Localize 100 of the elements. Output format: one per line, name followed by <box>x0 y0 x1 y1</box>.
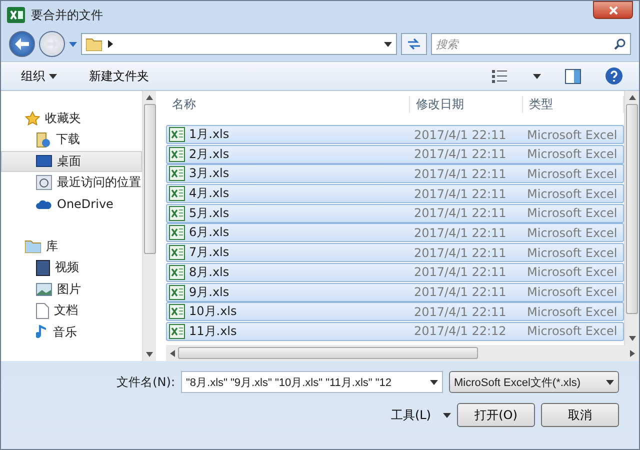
type-cell-text: Microsoft Excel <box>526 128 618 142</box>
file-name: 11月.xls <box>189 322 237 340</box>
address-bar[interactable] <box>81 33 397 55</box>
horizontal-scrollbar[interactable] <box>166 345 639 361</box>
back-arrow-icon <box>15 38 29 50</box>
scroll-arrow-icon[interactable] <box>146 95 153 100</box>
filename-field[interactable]: "8月.xls" "9月.xls" "10月.xls" "11月.xls" "12 <box>181 371 443 393</box>
file-row[interactable]: 5月.xls 2017/4/1 22:11 Microsoft Excel <box>166 204 624 223</box>
spreadsheet-icon <box>169 206 185 221</box>
document-icon <box>36 302 49 319</box>
organize-menu-button[interactable]: 组织 <box>17 66 61 86</box>
type-cell-text: Microsoft Excel <box>526 246 618 260</box>
spreadsheet-icon <box>169 225 185 240</box>
file-row[interactable]: 11月.xls 2017/4/1 22:12 Microsoft Excel <box>166 322 624 341</box>
file-row[interactable]: 7月.xls 2017/4/1 22:11 Microsoft Excel <box>166 243 624 262</box>
cancel-button[interactable]: 取消 <box>541 403 619 427</box>
date-cell-text: 2017/4/1 22:11 <box>413 206 508 220</box>
caret-icon <box>443 412 451 418</box>
help-icon[interactable] <box>605 67 623 85</box>
date-cell-text: 2017/4/1 22:12 <box>413 324 508 338</box>
view-options-icon[interactable] <box>491 69 509 83</box>
nav-item[interactable]: 视频 <box>1 257 142 278</box>
scroll-arrow-icon[interactable] <box>170 350 175 356</box>
scroll-arrow-icon[interactable] <box>628 95 636 100</box>
file-row[interactable]: 9月.xls 2017/4/1 22:11 Microsoft Excel <box>166 282 624 302</box>
file-name: 7月.xls <box>189 244 230 262</box>
spreadsheet-icon <box>169 127 185 142</box>
file-row[interactable]: 2月.xls 2017/4/1 22:11 Microsoft Excel <box>166 144 624 164</box>
date-cell-text: 2017/4/1 22:11 <box>413 147 508 162</box>
scroll-arrow-icon[interactable] <box>630 350 635 356</box>
desktop-icon <box>36 154 52 168</box>
file-name: 9月.xls <box>189 284 230 300</box>
spreadsheet-icon <box>169 245 185 260</box>
nav-group-label[interactable]: 库 <box>46 238 58 254</box>
type-cell-text: Microsoft Excel <box>526 166 618 181</box>
nav-item[interactable]: 最近访问的位置 <box>1 172 142 194</box>
picture-icon <box>36 282 52 296</box>
type-cell-text: Microsoft Excel <box>526 147 618 162</box>
type-cell-text: Microsoft Excel <box>526 285 618 299</box>
type-cell-text: Microsoft Excel <box>526 324 618 338</box>
nav-item[interactable]: 下载 <box>1 129 142 150</box>
caret-icon <box>606 380 614 384</box>
column-header[interactable]: 名称 <box>166 96 410 112</box>
file-name: 1月.xls <box>189 126 230 143</box>
history-dropdown-icon[interactable] <box>69 42 77 46</box>
date-cell-text: 2017/4/1 22:11 <box>413 128 508 142</box>
column-header[interactable]: 修改日期 <box>410 96 523 112</box>
file-row[interactable]: 8月.xls 2017/4/1 22:11 Microsoft Excel <box>166 262 624 282</box>
file-row[interactable]: 1月.xls 2017/4/1 22:11 Microsoft Excel <box>166 125 624 144</box>
file-row[interactable]: 4月.xls 2017/4/1 22:11 Microsoft Excel <box>166 184 624 204</box>
scroll-arrow-icon[interactable] <box>628 336 636 341</box>
file-row[interactable]: 10月.xls 2017/4/1 22:11 Microsoft Excel <box>166 302 624 322</box>
star-icon <box>25 110 40 126</box>
open-button[interactable]: 打开(O) <box>457 403 535 427</box>
window-title: 要合并的文件 <box>31 6 104 24</box>
back-button[interactable] <box>9 31 35 57</box>
music-note-icon <box>36 324 48 340</box>
file-type-dropdown[interactable]: MicroSoft Excel文件(*.xls) <box>449 371 619 393</box>
new-folder-button[interactable]: 新建文件夹 <box>85 66 153 86</box>
date-cell-text: 2017/4/1 22:11 <box>413 226 508 240</box>
type-cell-text: Microsoft Excel <box>526 265 618 280</box>
nav-item[interactable]: 图片 <box>1 278 142 300</box>
caret-icon <box>533 74 541 78</box>
file-row[interactable]: 6月.xls 2017/4/1 22:11 Microsoft Excel <box>166 223 624 242</box>
date-cell-text: 2017/4/1 22:11 <box>413 186 508 201</box>
type-cell-text: Microsoft Excel <box>526 226 618 240</box>
folder-icon <box>86 37 102 51</box>
file-row[interactable]: 3月.xls 2017/4/1 22:11 Microsoft Excel <box>166 164 624 184</box>
type-cell-text: Microsoft Excel <box>526 186 618 201</box>
file-name: 10月.xls <box>189 303 237 320</box>
caret-icon <box>49 74 57 78</box>
file-name: 4月.xls <box>189 185 230 202</box>
forward-button[interactable] <box>39 31 65 57</box>
nav-group-label[interactable]: 收藏夹 <box>45 110 81 126</box>
date-cell-text: 2017/4/1 22:11 <box>413 265 508 280</box>
close-icon <box>608 6 618 14</box>
nav-item[interactable]: OneDrive <box>1 194 142 215</box>
nav-item[interactable]: 文档 <box>1 300 142 322</box>
scroll-arrow-icon[interactable] <box>146 352 153 357</box>
spreadsheet-app-icon <box>7 7 25 23</box>
file-name: 5月.xls <box>189 204 230 222</box>
spreadsheet-icon <box>169 146 185 162</box>
refresh-arrows-icon <box>407 38 421 50</box>
spreadsheet-icon <box>169 324 185 339</box>
nav-item[interactable]: 桌面 <box>1 150 142 172</box>
search-field[interactable]: 搜索 <box>431 33 631 55</box>
type-cell-text: Microsoft Excel <box>526 206 618 220</box>
nav-item[interactable]: 音乐 <box>1 322 142 343</box>
date-cell-text: 2017/4/1 22:11 <box>413 246 508 260</box>
tools-menu-button[interactable]: 工具(L) <box>384 406 437 424</box>
date-cell-text: 2017/4/1 22:11 <box>413 285 508 299</box>
spreadsheet-icon <box>169 186 185 202</box>
download-folder-icon <box>36 132 51 148</box>
scrollbar[interactable] <box>142 91 156 361</box>
scrollbar[interactable] <box>624 91 639 345</box>
refresh-button[interactable] <box>401 33 427 55</box>
close-button[interactable] <box>593 1 633 19</box>
search-icon <box>614 38 626 50</box>
preview-pane-icon[interactable] <box>565 68 581 84</box>
folder-icon <box>25 239 41 253</box>
